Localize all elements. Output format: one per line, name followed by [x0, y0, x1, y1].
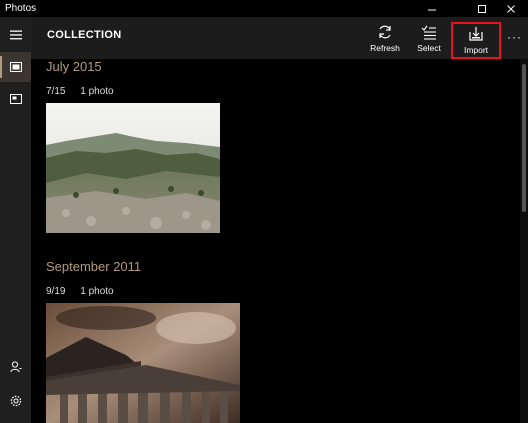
group-count: 1 photo	[80, 86, 114, 97]
minimize-icon	[428, 9, 436, 10]
group-title-july-2015: July 2015	[46, 59, 102, 74]
photo-collection-icon	[9, 62, 22, 72]
maximize-button[interactable]	[467, 0, 497, 17]
group-date: 9/19	[46, 286, 66, 297]
maximize-icon	[478, 4, 486, 13]
minimize-button[interactable]	[417, 0, 447, 17]
photo-thumbnail-landscape[interactable]	[46, 103, 220, 233]
scrollbar-thumb[interactable]	[522, 64, 526, 212]
landscape-photo	[46, 103, 220, 233]
group-title-september-2011: September 2011	[46, 259, 142, 274]
group-subtitle: 9/19 1 photo	[46, 286, 114, 297]
page-title: COLLECTION	[47, 29, 122, 41]
album-icon	[9, 94, 22, 104]
rail-item-albums[interactable]	[0, 84, 31, 114]
import-label: Import	[463, 45, 489, 55]
app-title: Photos	[5, 3, 37, 14]
temple-photo	[46, 303, 240, 423]
refresh-icon	[379, 25, 391, 39]
navigation-rail	[0, 17, 31, 423]
import-button[interactable]: Import	[451, 22, 501, 59]
collection-view: July 2015 7/15 1 photo September 2011 9/…	[31, 59, 520, 423]
command-bar: COLLECTION Refresh Select Import ···	[31, 17, 528, 59]
group-date: 7/15	[46, 86, 66, 97]
menu-button[interactable]	[0, 20, 31, 50]
select-list-icon	[421, 25, 436, 40]
photo-thumbnail-temple[interactable]	[46, 303, 240, 423]
hamburger-icon	[9, 30, 22, 40]
select-button[interactable]: Select	[407, 24, 451, 57]
import-icon	[469, 27, 483, 41]
more-options-button[interactable]: ···	[507, 30, 522, 44]
gear-icon	[10, 395, 21, 407]
refresh-label: Refresh	[370, 43, 400, 53]
rail-item-collection[interactable]	[0, 52, 31, 82]
person-icon	[9, 361, 21, 373]
rail-item-account[interactable]	[0, 352, 31, 382]
refresh-button[interactable]: Refresh	[363, 24, 407, 57]
close-icon	[507, 4, 515, 13]
select-label: Select	[417, 43, 441, 53]
group-subtitle: 7/15 1 photo	[46, 86, 114, 97]
title-bar: Photos	[0, 0, 528, 17]
close-button[interactable]	[496, 0, 526, 17]
group-count: 1 photo	[80, 286, 114, 297]
rail-item-settings[interactable]	[0, 386, 31, 416]
